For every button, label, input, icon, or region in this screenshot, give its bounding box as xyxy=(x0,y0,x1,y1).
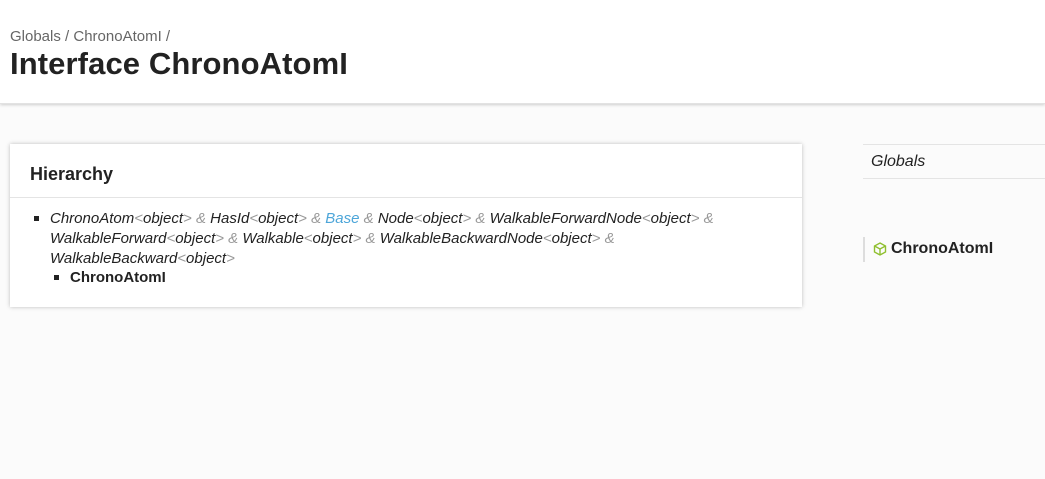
ampersand: & xyxy=(475,210,486,227)
hierarchy-parent-types: ChronoAtom<object> & HasId<object> & Bas… xyxy=(50,209,774,269)
generic-close: > xyxy=(183,210,192,227)
ampersand: & xyxy=(703,210,714,227)
breadcrumb-separator: / xyxy=(65,28,70,45)
sidebar-item-label: ChronoAtomI xyxy=(891,240,994,257)
ampersand: & xyxy=(311,210,322,227)
ampersand: & xyxy=(604,230,615,247)
hierarchy-panel: Hierarchy ChronoAtom<object> & HasId<obj… xyxy=(10,144,802,307)
sidebar-globals-link[interactable]: Globals xyxy=(871,153,925,171)
generic-close: > xyxy=(352,230,362,247)
generic-type: object xyxy=(186,250,227,267)
breadcrumb-chronoatomi[interactable]: ChronoAtomI xyxy=(73,28,161,45)
breadcrumb: Globals / ChronoAtomI / xyxy=(10,28,170,45)
hierarchy-heading: Hierarchy xyxy=(30,164,114,184)
ampersand: & xyxy=(365,230,376,247)
generic-open: < xyxy=(166,230,176,247)
generic-open: < xyxy=(641,210,651,227)
generic-type: object xyxy=(551,230,592,247)
ampersand: & xyxy=(228,230,239,247)
breadcrumb-separator: / xyxy=(165,28,171,45)
generic-close: > xyxy=(298,210,307,227)
type-name: HasId xyxy=(210,210,250,227)
type-link-base[interactable]: Base xyxy=(325,210,359,227)
divider xyxy=(10,197,802,198)
generic-type: object xyxy=(422,210,463,227)
type-name: Node xyxy=(377,210,414,227)
sidebar-item-chronoatomi[interactable]: ChronoAtomI xyxy=(863,237,1045,262)
page-header: Globals / ChronoAtomI / Interface Chrono… xyxy=(0,0,1045,104)
generic-open: < xyxy=(303,230,313,247)
generic-close: > xyxy=(591,230,601,247)
generic-open: < xyxy=(542,230,552,247)
ampersand: & xyxy=(363,210,374,227)
generic-open: < xyxy=(134,210,143,227)
generic-close: > xyxy=(226,250,235,267)
hierarchy-child-current: ChronoAtomI xyxy=(70,269,166,286)
generic-close: > xyxy=(462,210,472,227)
bullet-icon xyxy=(34,216,39,221)
generic-type: object xyxy=(258,210,299,227)
breadcrumb-globals[interactable]: Globals xyxy=(10,28,61,45)
generic-type: object xyxy=(142,210,184,227)
type-name: WalkableForwardNode xyxy=(489,210,642,227)
ampersand: & xyxy=(195,210,206,227)
generic-close: > xyxy=(690,210,700,227)
page-title: Interface ChronoAtomI xyxy=(10,46,348,81)
type-name: ChronoAtom xyxy=(50,210,135,227)
type-name: WalkableForward xyxy=(50,230,167,247)
generic-type: object xyxy=(312,230,353,247)
type-name: WalkableBackward xyxy=(50,250,178,267)
generic-type: object xyxy=(175,230,216,247)
type-name: Walkable xyxy=(242,230,304,247)
bullet-icon xyxy=(54,275,59,280)
generic-open: < xyxy=(177,250,187,267)
generic-open: < xyxy=(249,210,259,227)
generic-close: > xyxy=(215,230,224,247)
generic-type: object xyxy=(650,210,691,227)
interface-cube-icon xyxy=(873,242,887,256)
sidebar-globals: Globals xyxy=(863,144,1045,179)
type-name: WalkableBackwardNode xyxy=(379,230,543,247)
